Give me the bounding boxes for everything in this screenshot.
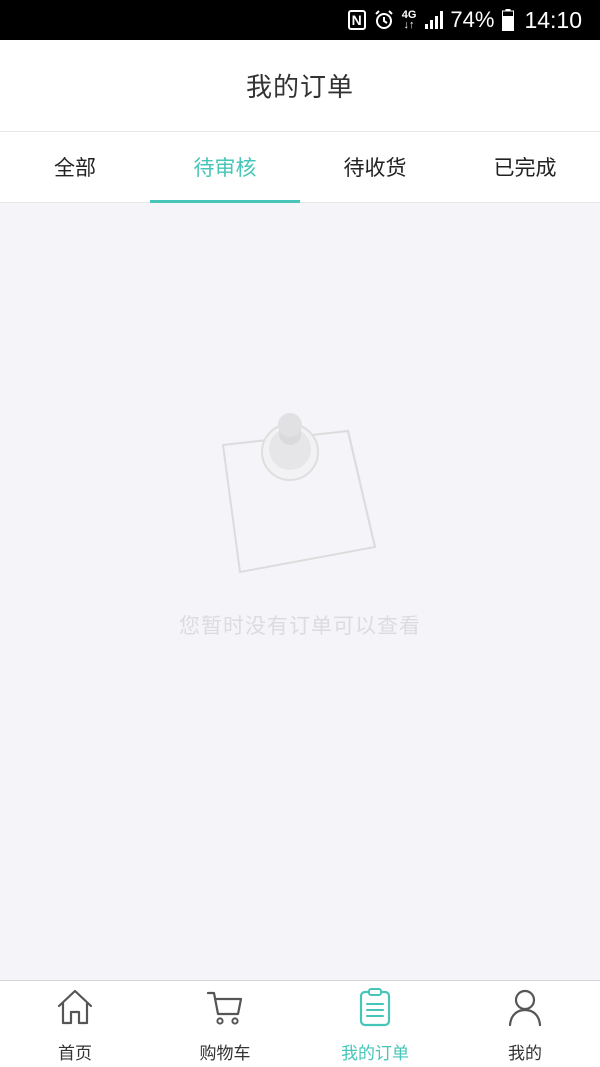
header: 我的订单 — [0, 40, 600, 132]
tab-label: 全部 — [54, 156, 96, 180]
battery-icon — [502, 9, 515, 31]
bottom-nav: 首页 购物车 我的订单 我的 — [0, 980, 600, 1067]
nfc-letter: N — [347, 10, 366, 30]
tab-pending-receipt[interactable]: 待收货 — [300, 132, 450, 202]
alarm-icon — [374, 10, 394, 30]
tab-label: 已完成 — [493, 156, 557, 180]
order-list-icon — [359, 988, 391, 1027]
nav-profile[interactable]: 我的 — [450, 981, 600, 1067]
nav-label: 购物车 — [199, 1044, 251, 1064]
signal-icon — [424, 10, 444, 30]
nfc-icon: N — [347, 10, 366, 30]
screen: N 4G ↓↑ 74% 14:10 我的订单 全部 待审核 待收货 已完成 您暂… — [0, 0, 600, 1067]
nav-label: 我的 — [508, 1044, 542, 1064]
tab-label: 待收货 — [343, 156, 407, 180]
user-icon — [508, 989, 542, 1027]
nav-cart[interactable]: 购物车 — [150, 981, 300, 1067]
nav-home[interactable]: 首页 — [0, 981, 150, 1067]
nav-label: 首页 — [58, 1044, 92, 1064]
cart-icon — [206, 991, 243, 1025]
page-title: 我的订单 — [245, 73, 354, 103]
status-bar: N 4G ↓↑ 74% 14:10 — [0, 0, 600, 40]
pinned-note-icon — [215, 405, 385, 585]
nav-label: 我的订单 — [341, 1044, 409, 1064]
home-icon — [57, 989, 93, 1025]
tab-label: 待审核 — [193, 156, 257, 180]
tab-completed[interactable]: 已完成 — [450, 132, 600, 202]
tab-pending-review[interactable]: 待审核 — [150, 132, 300, 203]
nav-my-orders[interactable]: 我的订单 — [300, 981, 450, 1067]
order-tabs: 全部 待审核 待收货 已完成 — [0, 132, 600, 203]
tab-all[interactable]: 全部 — [0, 132, 150, 202]
battery-percentage: 74% — [450, 7, 495, 32]
clock: 14:10 — [524, 6, 582, 33]
network-label: 4G — [401, 9, 417, 21]
empty-state-message: 您暂时没有订单可以查看 — [179, 614, 421, 638]
network-4g-icon: 4G ↓↑ — [401, 9, 417, 31]
